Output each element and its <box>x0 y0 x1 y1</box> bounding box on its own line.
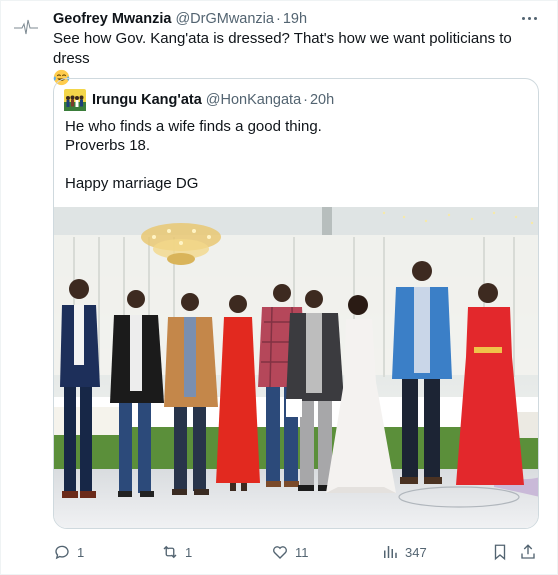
reply-button[interactable]: 1 <box>53 541 84 563</box>
reply-count: 1 <box>77 544 85 560</box>
like-button[interactable]: 11 <box>271 541 309 563</box>
more-options-button[interactable] <box>519 9 539 27</box>
author-name[interactable]: Geofrey Mwanzia <box>53 11 171 27</box>
quoted-tweet-text: He who finds a wife finds a good thing. … <box>65 117 525 193</box>
views-button[interactable]: 347 <box>381 541 427 563</box>
tweet-text-content: See how Gov. Kang'ata is dressed? That's… <box>53 30 512 67</box>
retweet-button[interactable]: 1 <box>161 541 192 563</box>
quoted-tweet-photo[interactable] <box>54 207 538 528</box>
quoted-author-name[interactable]: Irungu Kang'ata <box>92 92 202 108</box>
quoted-timestamp[interactable]: 20h <box>310 92 334 108</box>
tweet-timestamp[interactable]: 19h <box>283 11 307 27</box>
more-dot-icon <box>533 16 537 20</box>
quoted-text-line: Happy marriage DG <box>65 175 199 192</box>
views-count: 347 <box>405 544 427 560</box>
more-dot-icon <box>527 16 531 20</box>
quoted-text-line <box>65 155 525 174</box>
tweet-header: Geofrey Mwanzia @DrGMwanzia · 19h <box>53 10 307 28</box>
separator-dot: · <box>303 92 308 108</box>
reply-icon <box>55 545 69 560</box>
tweet-card[interactable]: Geofrey Mwanzia @DrGMwanzia · 19h See ho… <box>0 0 558 575</box>
quoted-author-handle[interactable]: @HonKangata <box>206 92 301 108</box>
quoted-tweet[interactable]: Irungu Kang'ata @HonKangata · 20h He who… <box>53 78 539 529</box>
author-avatar[interactable] <box>13 15 39 41</box>
bookmark-icon <box>494 544 506 561</box>
ecg-heartbeat-icon <box>14 19 38 35</box>
bookmark-button[interactable] <box>491 541 509 563</box>
heart-icon <box>273 546 287 559</box>
group-photo-avatar-icon[interactable] <box>64 89 86 111</box>
author-handle[interactable]: @DrGMwanzia <box>175 11 274 27</box>
separator-dot: · <box>275 11 281 27</box>
like-count: 11 <box>295 544 309 560</box>
retweet-count: 1 <box>185 544 193 560</box>
quoted-text-line: He who finds a wife finds a good thing. <box>65 118 322 135</box>
tweet-actions: 1 1 11 347 <box>53 541 543 563</box>
quoted-text-line: Proverbs 18. <box>65 137 151 154</box>
quoted-tweet-header: Irungu Kang'ata @HonKangata · 20h <box>64 89 334 111</box>
share-icon <box>521 544 535 559</box>
share-button[interactable] <box>519 541 537 563</box>
more-dot-icon <box>521 16 525 20</box>
retweet-icon <box>163 545 177 559</box>
wedding-group-photo <box>54 207 538 528</box>
views-bar-chart-icon <box>384 546 397 558</box>
